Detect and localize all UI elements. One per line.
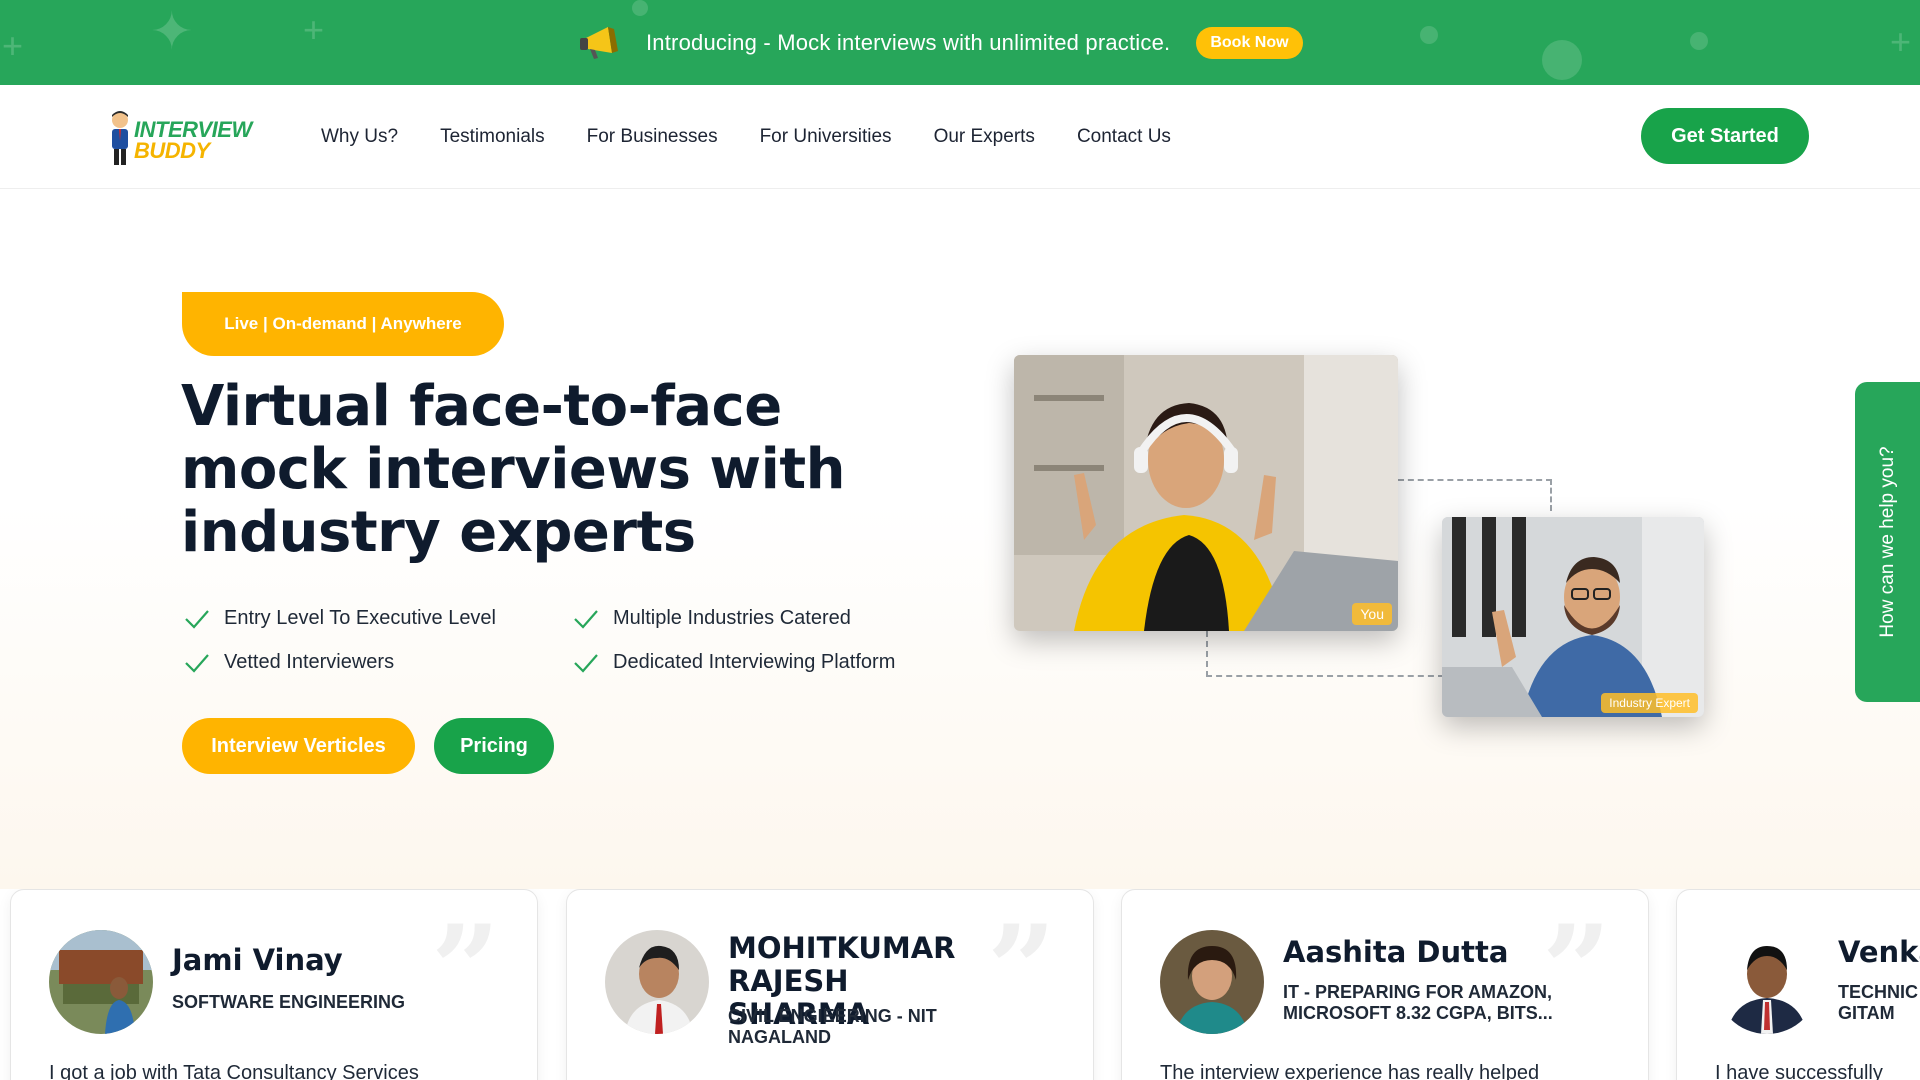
feature-item: Multiple Industries Catered — [573, 607, 851, 630]
main-nav: Why Us? Testimonials For Businesses For … — [321, 85, 1213, 188]
megaphone-icon — [580, 27, 618, 59]
logo-text: BUDDY — [134, 138, 210, 163]
testimonial-text: The interview experience has really help… — [1160, 1062, 1540, 1080]
expert-video: Industry Expert — [1442, 517, 1704, 717]
book-now-button[interactable]: Book Now — [1196, 27, 1303, 59]
feature-item: Vetted Interviewers — [184, 651, 394, 674]
announcement-text: Introducing - Mock interviews with unlim… — [646, 30, 1171, 55]
quote-icon: ” — [431, 899, 501, 1040]
nav-for-universities[interactable]: For Universities — [760, 126, 892, 148]
quote-icon: ” — [987, 899, 1057, 1040]
testimonial-role: IT - PREPARING FOR AMAZON, MICROSOFT 8.3… — [1283, 982, 1553, 1023]
avatar — [49, 930, 153, 1034]
feature-item: Entry Level To Executive Level — [184, 607, 496, 630]
sparkle-icon: + — [303, 9, 325, 50]
nav-testimonials[interactable]: Testimonials — [440, 126, 545, 148]
testimonial-card[interactable]: ” Jami Vinay SOFTWARE ENGINEERING I got … — [10, 889, 538, 1080]
tagline-badge: Live | On-demand | Anywhere — [182, 292, 504, 356]
logo-mascot-icon — [112, 111, 128, 165]
testimonial-name: Jami Vinay — [172, 943, 343, 977]
testimonial-text: I have successfully — [1715, 1062, 1883, 1080]
check-icon — [574, 653, 598, 673]
connector-line — [1398, 479, 1552, 511]
check-icon — [185, 609, 209, 629]
decor-circle — [1690, 32, 1708, 50]
pricing-button[interactable]: Pricing — [434, 718, 554, 774]
sparkle-icon: + — [1890, 21, 1912, 62]
testimonial-role: CIVIL ENGIEERING - NIT NAGALAND — [728, 1006, 937, 1047]
expert-image — [1442, 517, 1704, 717]
logo[interactable]: INTERVIEW BUDDY — [108, 107, 258, 167]
connector-line — [1206, 631, 1444, 677]
testimonial-name: Venka — [1838, 935, 1920, 969]
hero-section: Live | On-demand | Anywhere Virtual face… — [0, 189, 1920, 889]
video-label-expert: Industry Expert — [1601, 693, 1698, 713]
nav-for-businesses[interactable]: For Businesses — [587, 126, 718, 148]
avatar — [1160, 930, 1264, 1034]
video-call-illustration: You Industry Expert — [978, 319, 1748, 739]
testimonial-name: Aashita Dutta — [1283, 935, 1509, 969]
testimonial-text: I got a job with Tata Consultancy Servic… — [49, 1062, 419, 1080]
help-side-tab[interactable]: How can we help you? — [1855, 382, 1920, 702]
feature-item: Dedicated Interviewing Platform — [573, 651, 895, 674]
testimonial-carousel: ” Jami Vinay SOFTWARE ENGINEERING I got … — [0, 889, 1920, 1080]
testimonial-role: TECHNIC GITAM — [1838, 982, 1918, 1023]
decor-circle — [1542, 40, 1582, 80]
nav-contact-us[interactable]: Contact Us — [1077, 126, 1171, 148]
testimonial-role: SOFTWARE ENGINEERING — [172, 992, 406, 1012]
nav-why-us[interactable]: Why Us? — [321, 126, 398, 148]
testimonial-card[interactable]: Venka TECHNIC GITAM I have successfully — [1676, 889, 1920, 1080]
interview-verticles-button[interactable]: Interview Verticles — [182, 718, 415, 774]
star-icon: ✦ — [150, 3, 194, 61]
site-header: INTERVIEW BUDDY Why Us? Testimonials For… — [0, 85, 1920, 189]
avatar — [1715, 930, 1819, 1034]
testimonial-card[interactable]: ” MOHITKUMAR RAJESH SHARMA CIVIL ENGIEER… — [566, 889, 1094, 1080]
testimonial-card[interactable]: ” Aashita Dutta IT - PREPARING FOR AMAZO… — [1121, 889, 1649, 1080]
check-icon — [574, 609, 598, 629]
avatar — [605, 930, 709, 1034]
nav-our-experts[interactable]: Our Experts — [934, 126, 1035, 148]
candidate-video: You — [1014, 355, 1398, 631]
decor-circle — [632, 0, 648, 16]
video-label-you: You — [1352, 603, 1392, 625]
get-started-button[interactable]: Get Started — [1641, 108, 1809, 164]
candidate-image — [1014, 355, 1398, 631]
sparkle-icon: + — [2, 25, 24, 66]
help-side-tab-label: How can we help you? — [1876, 446, 1898, 638]
decor-circle — [1420, 26, 1438, 44]
hero-headline: Virtual face-to-face mock interviews wit… — [181, 374, 846, 565]
announcement-bar: + ✦ + + Introducing - Mock interviews wi… — [0, 0, 1920, 85]
check-icon — [185, 653, 209, 673]
